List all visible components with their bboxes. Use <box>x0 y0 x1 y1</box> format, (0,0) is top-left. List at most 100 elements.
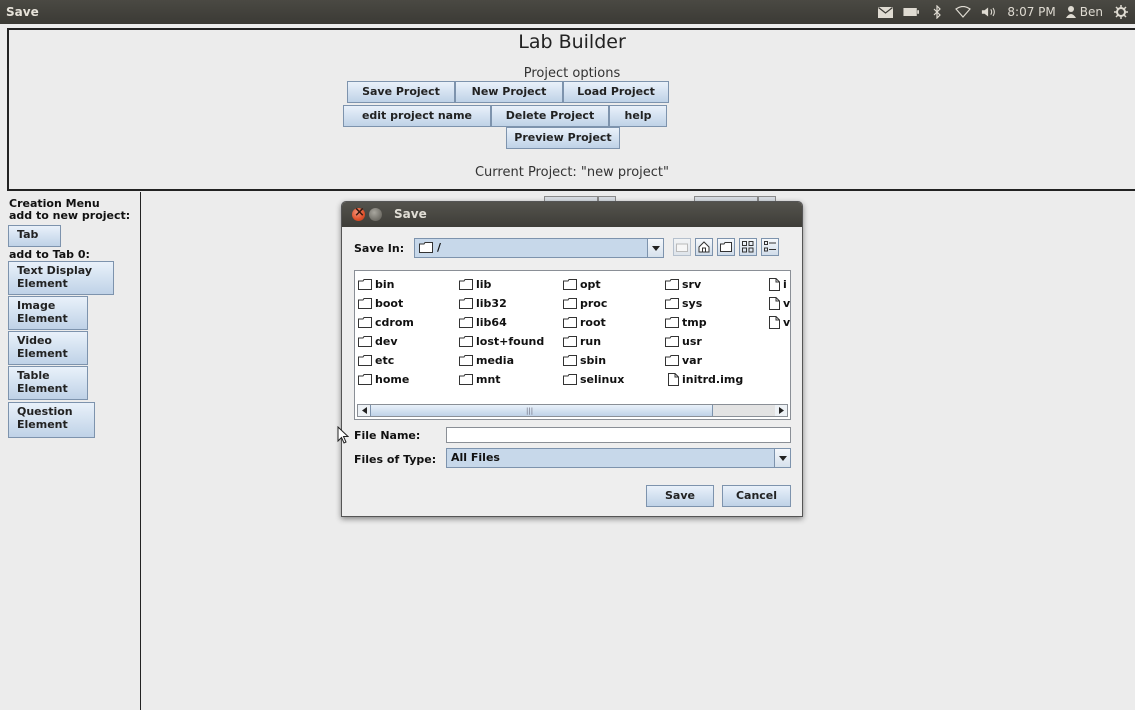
folder-item[interactable]: bin <box>358 278 394 291</box>
folder-icon <box>563 355 577 366</box>
up-folder-icon[interactable] <box>673 238 691 256</box>
home-folder-icon[interactable] <box>695 238 713 256</box>
new-folder-icon[interactable] <box>717 238 735 256</box>
folder-item[interactable]: boot <box>358 297 403 310</box>
text-display-element-button[interactable]: Text Display Element <box>8 261 114 295</box>
button-line: Element <box>17 312 68 325</box>
folder-item[interactable]: var <box>665 354 702 367</box>
folder-item[interactable]: lib64 <box>459 316 507 329</box>
file-icon <box>769 297 780 310</box>
file-item[interactable]: initrd.img <box>668 373 743 386</box>
folder-item[interactable]: tmp <box>665 316 707 329</box>
file-name: root <box>580 316 606 329</box>
file-icon <box>769 316 780 329</box>
table-element-button[interactable]: Table Element <box>8 366 88 400</box>
folder-item[interactable]: lib <box>459 278 491 291</box>
folder-item[interactable]: etc <box>358 354 394 367</box>
folder-icon <box>459 374 473 385</box>
file-name: lib <box>476 278 492 291</box>
folder-item[interactable]: lost+found <box>459 335 544 348</box>
folder-item[interactable]: run <box>563 335 601 348</box>
scroll-thumb[interactable] <box>370 405 713 416</box>
folder-item[interactable]: media <box>459 354 514 367</box>
volume-icon[interactable] <box>981 5 997 19</box>
folder-item[interactable]: proc <box>563 297 607 310</box>
network-icon[interactable] <box>955 5 972 19</box>
bluetooth-icon[interactable] <box>929 5 945 19</box>
save-in-combo[interactable]: / <box>414 238 664 258</box>
folder-item[interactable]: home <box>358 373 409 386</box>
button-line: Element <box>17 277 68 290</box>
minimize-icon[interactable] <box>369 208 382 221</box>
folder-item[interactable]: opt <box>563 278 601 291</box>
file-name: srv <box>682 278 702 291</box>
cancel-button[interactable]: Cancel <box>722 485 791 507</box>
file-name: selinux <box>580 373 625 386</box>
folder-item[interactable]: sys <box>665 297 702 310</box>
file-name: lib64 <box>476 316 507 329</box>
video-element-button[interactable]: Video Element <box>8 331 88 365</box>
power-gear-icon[interactable] <box>1113 5 1129 19</box>
image-element-button[interactable]: Image Element <box>8 296 88 330</box>
user-icon <box>1065 6 1076 18</box>
file-name: v <box>783 316 791 329</box>
new-project-button[interactable]: New Project <box>455 81 563 103</box>
folder-icon <box>358 374 372 385</box>
folder-item[interactable]: mnt <box>459 373 501 386</box>
folder-item[interactable]: lib32 <box>459 297 507 310</box>
add-tab-button[interactable]: Tab <box>8 225 61 247</box>
file-item[interactable]: v <box>769 316 790 329</box>
details-view-icon[interactable] <box>761 238 779 256</box>
save-button[interactable]: Save <box>646 485 714 507</box>
file-name: sys <box>682 297 703 310</box>
folder-icon <box>358 298 372 309</box>
folder-icon <box>563 336 577 347</box>
delete-project-button[interactable]: Delete Project <box>491 105 609 127</box>
horizontal-scrollbar[interactable]: ||| <box>357 404 788 417</box>
clock[interactable]: 8:07 PM <box>1007 5 1055 19</box>
folder-item[interactable]: selinux <box>563 373 624 386</box>
save-dialog: Save Save In: / ||| <box>341 201 803 517</box>
button-line: Question <box>17 405 73 418</box>
folder-item[interactable]: usr <box>665 335 702 348</box>
save-in-label: Save In: <box>354 242 405 255</box>
file-name-input[interactable] <box>446 427 791 443</box>
chevron-down-icon[interactable] <box>647 239 663 257</box>
files-of-type-value: All Files <box>451 451 500 464</box>
button-line: Element <box>17 382 68 395</box>
dialog-titlebar[interactable]: Save <box>342 202 802 227</box>
edit-project-name-button[interactable]: edit project name <box>343 105 491 127</box>
close-icon[interactable] <box>352 205 365 221</box>
battery-icon[interactable] <box>903 5 920 19</box>
button-line: Video <box>17 334 52 347</box>
file-name: etc <box>375 354 395 367</box>
user-menu[interactable]: Ben <box>1065 5 1103 19</box>
mail-icon[interactable] <box>877 5 893 19</box>
scroll-right-icon[interactable] <box>775 405 787 416</box>
folder-item[interactable]: cdrom <box>358 316 414 329</box>
folder-icon <box>563 317 577 328</box>
folder-icon <box>665 317 679 328</box>
folder-item[interactable]: root <box>563 316 606 329</box>
files-of-type-combo[interactable]: All Files <box>446 448 791 468</box>
scroll-left-icon[interactable] <box>358 405 370 416</box>
preview-project-button[interactable]: Preview Project <box>506 127 620 149</box>
question-element-button[interactable]: Question Element <box>8 402 95 438</box>
list-view-icon[interactable] <box>739 238 757 256</box>
folder-item[interactable]: dev <box>358 335 398 348</box>
file-name: proc <box>580 297 608 310</box>
folder-icon <box>563 279 577 290</box>
folder-icon <box>459 317 473 328</box>
folder-item[interactable]: sbin <box>563 354 606 367</box>
load-project-button[interactable]: Load Project <box>563 81 669 103</box>
file-list[interactable]: ||| bin boot cdrom dev etc home lib lib32 lib64 l… <box>354 270 791 420</box>
file-item[interactable]: v <box>769 297 790 310</box>
save-project-button[interactable]: Save Project <box>347 81 455 103</box>
file-item[interactable]: i <box>769 278 787 291</box>
folder-item[interactable]: srv <box>665 278 701 291</box>
help-button[interactable]: help <box>609 105 667 127</box>
file-name: lost+found <box>476 335 545 348</box>
file-name: sbin <box>580 354 607 367</box>
chevron-down-icon[interactable] <box>774 449 790 467</box>
button-line: Table <box>17 369 50 382</box>
